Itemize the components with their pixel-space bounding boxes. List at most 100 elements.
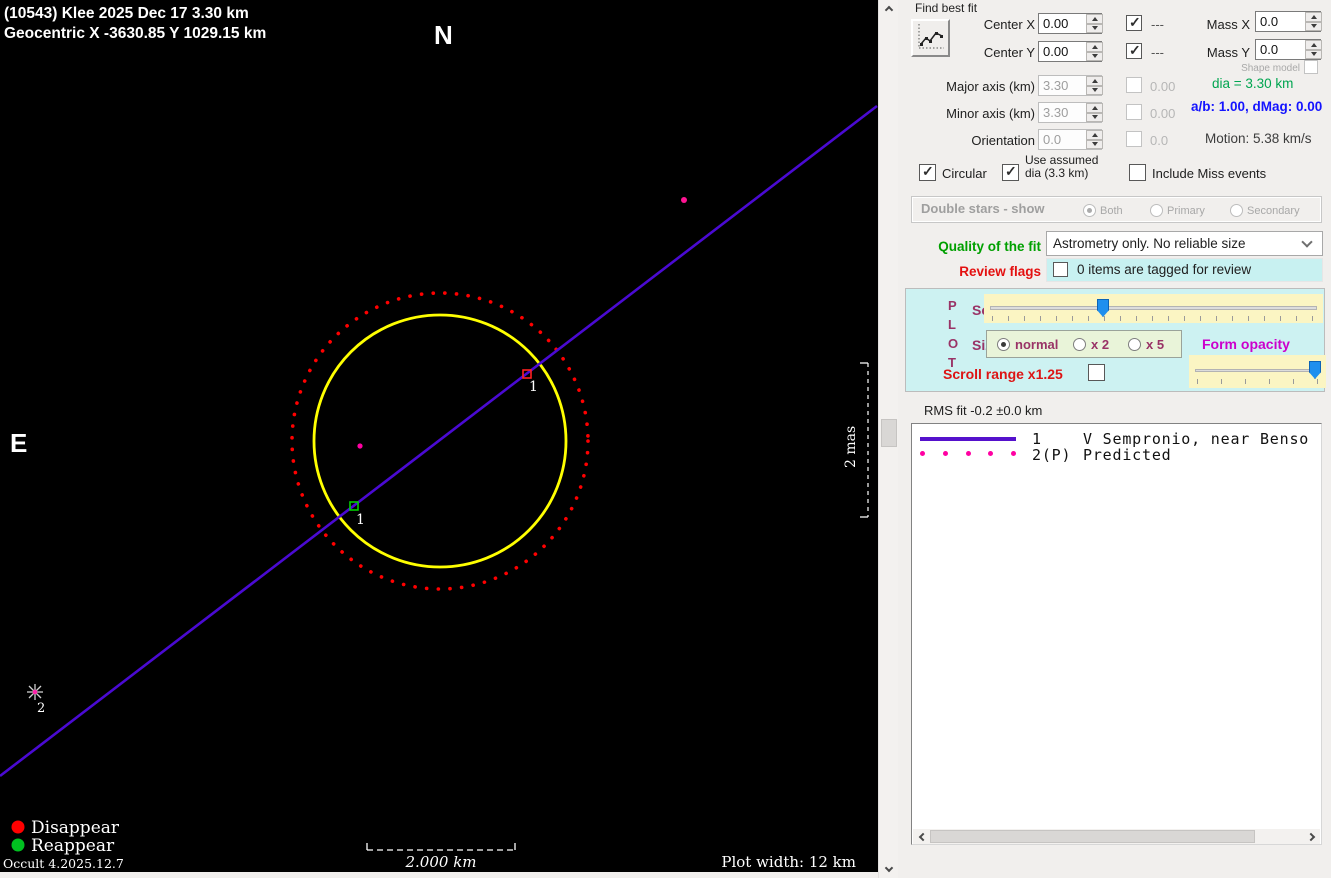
form-opacity-slider[interactable] xyxy=(1189,355,1326,388)
size-x2-label: x 2 xyxy=(1091,337,1109,352)
center-y-spinner[interactable] xyxy=(1086,42,1103,61)
scroll-down-button[interactable] xyxy=(879,862,899,878)
chord-list[interactable] xyxy=(911,423,1322,845)
spin-down-icon[interactable] xyxy=(1305,22,1322,32)
review-flags-checkbox[interactable] xyxy=(1053,262,1068,277)
use-assumed-line2: dia (3.3 km) xyxy=(1025,167,1098,180)
spin-down-icon[interactable] xyxy=(1086,113,1103,123)
minor-axis-spinner[interactable] xyxy=(1086,103,1103,122)
version-label: Occult 4.2025.12.7 xyxy=(3,856,124,871)
horizontal-scroll-thumb[interactable] xyxy=(930,830,1255,843)
center-x-spinner[interactable] xyxy=(1086,14,1103,33)
spin-up-icon[interactable] xyxy=(1086,76,1103,86)
disappear-legend-icon xyxy=(12,821,25,834)
scale-slider-groove xyxy=(990,306,1317,310)
major-axis-spinner[interactable] xyxy=(1086,76,1103,95)
plot-controls-panel: P L O T Scale Size normal x 2 x 5 Form o… xyxy=(905,288,1325,392)
double-stars-primary-radio[interactable] xyxy=(1150,204,1163,217)
size-x5-radio[interactable] xyxy=(1128,338,1141,351)
fit-chart-icon xyxy=(915,22,946,52)
chord-row-2-swatch xyxy=(920,451,1016,456)
scroll-right-button[interactable] xyxy=(1304,829,1320,844)
center-x-flag: --- xyxy=(1151,17,1164,32)
size-normal-radio[interactable] xyxy=(997,338,1010,351)
predicted-dot-icon xyxy=(966,451,971,456)
mas-scale-ticks xyxy=(860,363,868,517)
include-miss-checkbox[interactable] xyxy=(1129,164,1146,181)
plot-title-line2: Geocentric X -3630.85 Y 1029.15 km xyxy=(4,25,266,42)
reappear-legend-label: Reappear xyxy=(31,836,115,856)
spin-down-icon[interactable] xyxy=(1086,24,1103,34)
spin-up-icon[interactable] xyxy=(1305,40,1322,50)
circular-label: Circular xyxy=(942,166,987,181)
scroll-left-button[interactable] xyxy=(913,829,929,844)
shape-model-checkbox[interactable] xyxy=(1304,60,1318,74)
spin-down-icon[interactable] xyxy=(1086,86,1103,96)
circular-checkbox[interactable] xyxy=(919,164,936,181)
occultation-plot[interactable]: 1 1 2 (10543) Klee 2025 Dec 17 3.30 km G… xyxy=(0,0,878,872)
minor-axis-label: Minor axis (km) xyxy=(933,106,1035,121)
occult-fit-window: 1 1 2 (10543) Klee 2025 Dec 17 3.30 km G… xyxy=(0,0,1331,878)
scale-slider-thumb[interactable] xyxy=(1097,299,1109,317)
spin-up-icon[interactable] xyxy=(1086,130,1103,140)
chevron-down-icon xyxy=(885,864,893,872)
orientation-spinner[interactable] xyxy=(1086,130,1103,149)
predicted-dot-icon xyxy=(988,451,993,456)
scroll-range-checkbox[interactable] xyxy=(1088,364,1105,381)
double-stars-secondary-label: Secondary xyxy=(1247,205,1300,217)
form-opacity-thumb[interactable] xyxy=(1309,361,1321,379)
spin-down-icon[interactable] xyxy=(1086,140,1103,150)
find-best-fit-button[interactable] xyxy=(911,19,950,57)
spin-up-icon[interactable] xyxy=(1086,42,1103,52)
review-flags-label: Review flags xyxy=(911,264,1041,279)
major-axis-aux: 0.00 xyxy=(1150,79,1175,94)
diameter-readout: dia = 3.30 km xyxy=(1212,76,1293,91)
window-vertical-scrollbar[interactable] xyxy=(878,0,898,878)
review-flags-text: 0 items are tagged for review xyxy=(1077,262,1251,277)
chord-row-2-name[interactable]: Predicted xyxy=(1083,446,1171,464)
chord-row-2-number[interactable]: 2(P) xyxy=(1032,446,1071,464)
mas-scale-label: 2 mas xyxy=(843,426,859,468)
spin-up-icon[interactable] xyxy=(1086,103,1103,113)
plot-canvas: 1 1 2 (10543) Klee 2025 Dec 17 3.30 km G… xyxy=(0,0,878,872)
minor-axis-checkbox[interactable] xyxy=(1126,104,1142,120)
center-y-checkbox[interactable] xyxy=(1126,43,1142,59)
mass-y-label: Mass Y xyxy=(1178,45,1250,60)
quality-dropdown-value: Astrometry only. No reliable size xyxy=(1053,236,1246,251)
predicted-dot-upper xyxy=(681,197,687,203)
size-normal-label: normal xyxy=(1015,337,1058,352)
use-assumed-dia-checkbox[interactable] xyxy=(1002,164,1019,181)
spin-up-icon[interactable] xyxy=(1086,14,1103,24)
east-label: E xyxy=(10,428,27,458)
double-stars-both-radio[interactable] xyxy=(1083,204,1096,217)
scroll-up-button[interactable] xyxy=(879,0,899,16)
spin-down-icon[interactable] xyxy=(1305,50,1322,60)
size-x2-radio[interactable] xyxy=(1073,338,1086,351)
orientation-checkbox[interactable] xyxy=(1126,131,1142,147)
major-axis-checkbox[interactable] xyxy=(1126,77,1142,93)
chevron-down-icon xyxy=(1301,236,1312,247)
center-x-checkbox[interactable] xyxy=(1126,15,1142,31)
chord-list-horizontal-scrollbar[interactable] xyxy=(913,829,1320,844)
marker-label-1a: 1 xyxy=(529,379,538,395)
marker-label-1b: 1 xyxy=(356,512,365,528)
double-stars-secondary-radio[interactable] xyxy=(1230,204,1243,217)
predicted-dot-icon xyxy=(920,451,925,456)
double-stars-primary-label: Primary xyxy=(1167,205,1205,217)
spin-down-icon[interactable] xyxy=(1086,52,1103,62)
mass-x-spinner[interactable] xyxy=(1305,12,1322,31)
vertical-scroll-thumb[interactable] xyxy=(881,419,897,447)
spin-up-icon[interactable] xyxy=(1305,12,1322,22)
center-y-label: Center Y xyxy=(950,45,1035,60)
rms-fit-readout: RMS fit -0.2 ±0.0 km xyxy=(924,403,1042,418)
motion-readout: Motion: 5.38 km/s xyxy=(1205,131,1312,146)
minor-axis-aux: 0.00 xyxy=(1150,106,1175,121)
scale-slider[interactable] xyxy=(984,294,1323,323)
plot-title-line1: (10543) Klee 2025 Dec 17 3.30 km xyxy=(4,5,249,22)
size-radio-group: normal x 2 x 5 xyxy=(986,330,1182,358)
form-opacity-label: Form opacity xyxy=(1202,336,1290,352)
chevron-left-icon xyxy=(918,832,926,840)
mass-y-spinner[interactable] xyxy=(1305,40,1322,59)
quality-dropdown[interactable]: Astrometry only. No reliable size xyxy=(1046,231,1323,256)
center-x-label: Center X xyxy=(950,17,1035,32)
